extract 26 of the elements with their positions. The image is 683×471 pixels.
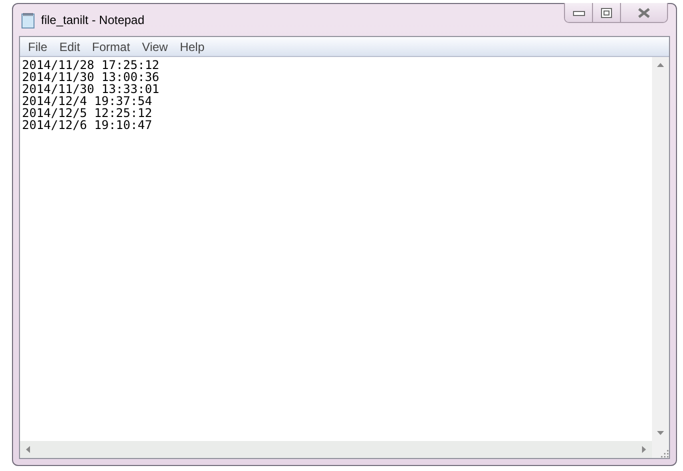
notepad-icon	[21, 12, 35, 28]
maximize-button[interactable]	[593, 3, 621, 22]
menu-item[interactable]: Format	[86, 40, 136, 54]
menu-item[interactable]: View	[136, 40, 174, 54]
text-line: 2014/11/30 13:33:01	[22, 83, 160, 95]
menu-item[interactable]: File	[22, 40, 54, 54]
text-line: 2014/11/28 17:25:12	[22, 59, 160, 71]
menu-item[interactable]: Help	[174, 40, 211, 54]
minimize-icon[interactable]	[572, 10, 584, 16]
menu-item[interactable]: Edit	[53, 40, 86, 54]
close-button[interactable]	[621, 3, 667, 22]
close-icon[interactable]	[638, 8, 650, 18]
vertical-scrollbar[interactable]	[652, 57, 669, 441]
scroll-up-icon[interactable]	[657, 63, 664, 67]
scroll-right-icon[interactable]	[642, 446, 646, 453]
horizontal-scrollbar[interactable]	[20, 441, 652, 458]
scroll-left-icon[interactable]	[26, 446, 30, 453]
scroll-down-icon[interactable]	[657, 431, 664, 435]
maximize-icon[interactable]	[601, 8, 612, 18]
text-line: 2014/12/6 19:10:47	[22, 119, 154, 131]
text-line: 2014/12/4 19:37:54	[22, 95, 154, 107]
window-title: file_tanilt - Notepad	[41, 13, 144, 27]
resize-grip-icon[interactable]	[660, 449, 669, 458]
text-line: 2014/12/5 12:25:12	[22, 107, 154, 119]
text-line: 2014/11/30 13:00:36	[22, 71, 160, 83]
minimize-button[interactable]	[565, 3, 593, 22]
